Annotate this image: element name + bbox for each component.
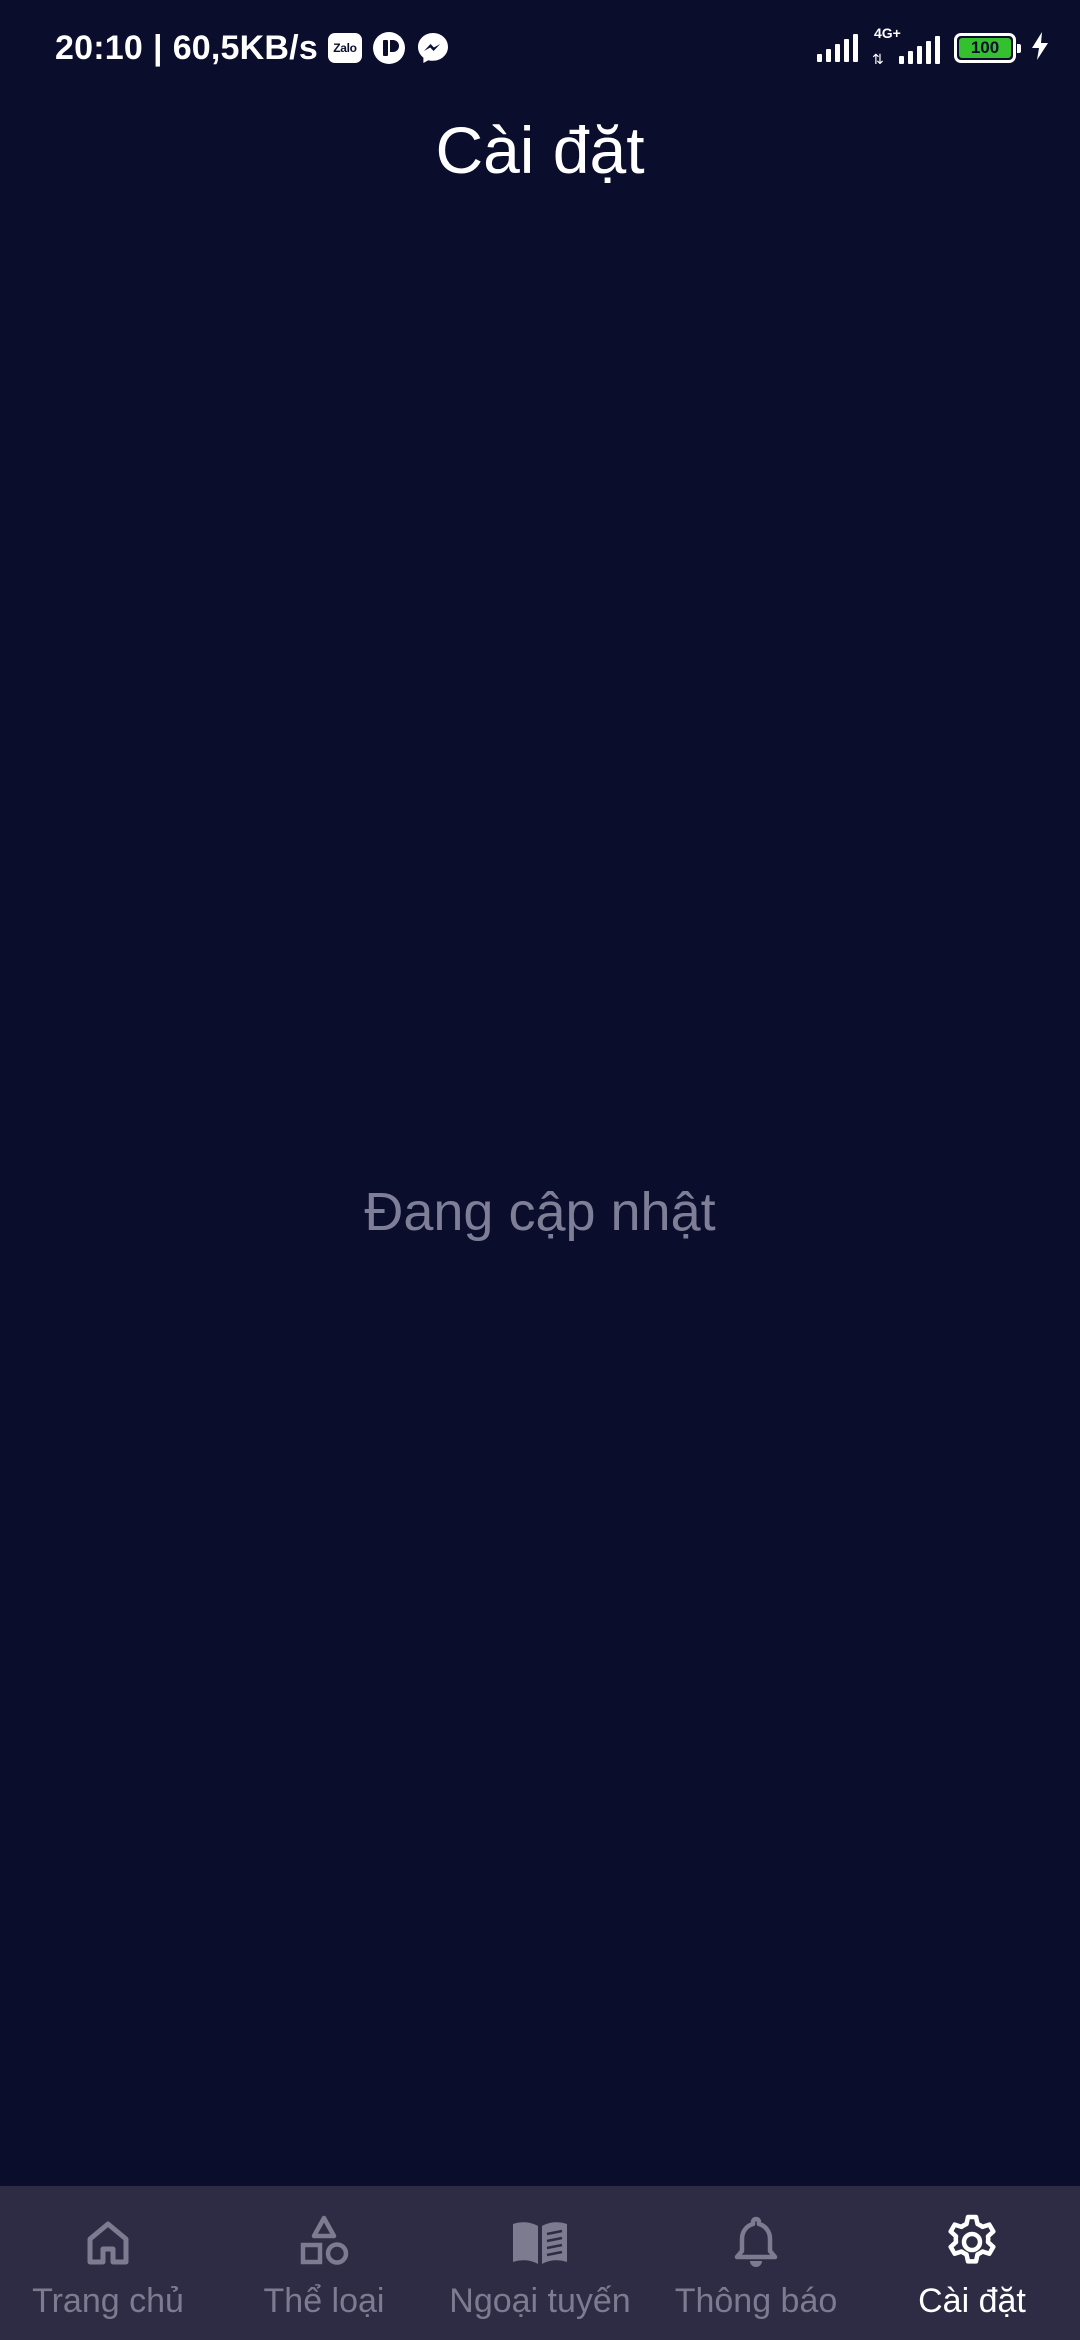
- messenger-icon: [416, 31, 450, 65]
- page-title: Cài đặt: [435, 113, 645, 187]
- nav-label-home: Trang chủ: [32, 2282, 184, 2320]
- mobile-data-icon: 4G+ ⇅: [872, 25, 940, 68]
- nav-item-settings[interactable]: Cài đặt: [864, 2186, 1080, 2340]
- home-icon: [87, 2221, 129, 2265]
- status-bar: 20:10 | 60,5KB/s Zalo 4G+ ⇅ 100: [0, 0, 1080, 95]
- nav-label-settings: Cài đặt: [918, 2282, 1026, 2320]
- network-speed: 60,5KB/s: [172, 28, 318, 67]
- data-arrows-icon: ⇅: [872, 51, 884, 67]
- book-icon: [513, 2222, 567, 2264]
- nav-label-offline: Ngoại tuyến: [449, 2282, 631, 2320]
- nav-label-notifications: Thông báo: [674, 2282, 838, 2320]
- signal-icon: [817, 34, 858, 62]
- nav-item-offline[interactable]: Ngoại tuyến: [432, 2186, 648, 2340]
- signal-icon-2: [899, 36, 940, 64]
- nav-item-categories[interactable]: Thể loại: [216, 2186, 432, 2340]
- battery-level: 100: [959, 38, 1011, 58]
- nav-item-home[interactable]: Trang chủ: [0, 2186, 216, 2340]
- bottom-navigation: Trang chủ Thể loại Ngoại tuyến Thông báo…: [0, 2186, 1080, 2340]
- zalo-icon-label: Zalo: [327, 33, 362, 63]
- bell-icon: [734, 2216, 778, 2267]
- status-time: 20:10: [55, 28, 143, 67]
- empty-state-message: Đang cập nhật: [364, 1182, 716, 1242]
- nav-label-categories: Thể loại: [263, 2282, 385, 2320]
- gear-icon: [948, 2214, 996, 2264]
- status-left: 20:10 | 60,5KB/s Zalo: [55, 24, 450, 72]
- zalo-icon: Zalo: [327, 31, 362, 65]
- shapes-icon: [300, 2215, 349, 2265]
- app-icon: [372, 31, 406, 65]
- battery-icon: 100: [954, 33, 1021, 63]
- status-separator: |: [152, 28, 163, 67]
- nav-item-notifications[interactable]: Thông báo: [648, 2186, 864, 2340]
- charging-icon: [1030, 31, 1050, 66]
- status-right: 4G+ ⇅ 100: [817, 25, 1050, 68]
- network-type: 4G+: [874, 25, 901, 41]
